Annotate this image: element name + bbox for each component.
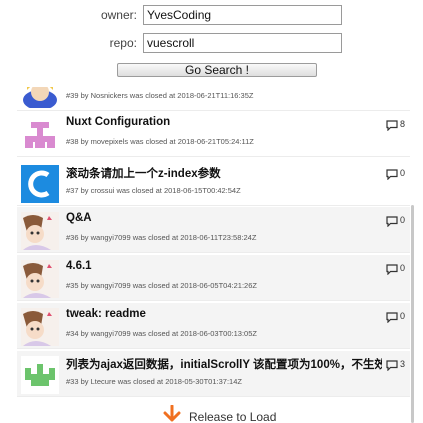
issue-meta: #33 by Ltecure was closed at 2018-05-30T… xyxy=(66,377,242,386)
avatar xyxy=(21,260,59,298)
pull-refresh-label: Release to Load xyxy=(189,410,277,423)
comment-count-value: 0 xyxy=(400,263,406,273)
comment-count-value: 0 xyxy=(400,311,406,321)
pull-refresh-indicator: Release to Load xyxy=(163,405,313,423)
owner-input[interactable] xyxy=(143,5,342,25)
comment-icon xyxy=(386,360,398,371)
comment-count: 8 xyxy=(386,119,410,133)
owner-row: owner: xyxy=(0,5,423,27)
comment-count: 0 xyxy=(386,215,410,229)
comment-icon xyxy=(386,216,398,227)
comment-count-value: 0 xyxy=(400,215,406,225)
comment-count: 0 xyxy=(386,311,410,325)
avatar xyxy=(21,116,59,154)
issue-meta: #36 by wangyi7099 was closed at 2018-06-… xyxy=(66,233,257,242)
comment-icon xyxy=(386,120,398,131)
scrollbar[interactable] xyxy=(411,205,414,423)
avatar xyxy=(21,356,59,394)
arrow-down-icon xyxy=(163,405,181,422)
go-search-button[interactable]: Go Search ! xyxy=(117,63,317,77)
owner-label: owner: xyxy=(100,8,137,22)
comment-count-value: 0 xyxy=(400,168,406,178)
issue-title[interactable]: Nuxt Configuration xyxy=(66,116,382,128)
issue-row[interactable]: Nuxt Configuration #38 by movepixels was… xyxy=(17,111,410,157)
issue-meta: #39 by Nosnickers was closed at 2018-06-… xyxy=(66,91,254,100)
avatar xyxy=(21,165,59,203)
comment-icon xyxy=(386,169,398,180)
comment-count: 0 xyxy=(386,263,410,277)
issue-title[interactable]: Q&A xyxy=(66,212,382,224)
issue-meta: #38 by movepixels was closed at 2018-06-… xyxy=(66,137,254,146)
issue-row[interactable]: 4.6.1 #35 by wangyi7099 was closed at 20… xyxy=(17,255,410,301)
comment-count: 0 xyxy=(386,168,410,182)
issue-title[interactable]: 列表为ajax返回数据，initialScrollY 该配置项为100%，不生效 xyxy=(66,356,382,372)
comment-count-value: 8 xyxy=(400,119,406,129)
comment-icon xyxy=(386,312,398,323)
avatar xyxy=(21,87,59,108)
avatar xyxy=(21,308,59,346)
issue-row[interactable]: 列表为ajax返回数据，initialScrollY 该配置项为100%，不生效… xyxy=(17,351,410,397)
issue-row[interactable]: #39 by Nosnickers was closed at 2018-06-… xyxy=(17,87,410,111)
issue-meta: #37 by crossui was closed at 2018-06-15T… xyxy=(66,186,241,195)
repo-input[interactable] xyxy=(143,33,342,53)
issue-title[interactable]: tweak: readme xyxy=(66,308,382,320)
issue-row[interactable]: tweak: readme #34 by wangyi7099 was clos… xyxy=(17,303,410,349)
avatar xyxy=(21,212,59,250)
issue-title[interactable]: 滚动条请加上一个z-index参数 xyxy=(66,165,382,181)
issue-row[interactable]: Q&A #36 by wangyi7099 was closed at 2018… xyxy=(17,207,410,253)
issue-meta: #34 by wangyi7099 was closed at 2018-06-… xyxy=(66,329,257,338)
comment-count-value: 3 xyxy=(400,359,406,369)
issue-list[interactable]: #39 by Nosnickers was closed at 2018-06-… xyxy=(17,87,415,423)
comment-icon xyxy=(386,264,398,275)
repo-row: repo: xyxy=(0,33,423,55)
issue-row[interactable]: 滚动条请加上一个z-index参数 #37 by crossui was clo… xyxy=(17,160,410,206)
repo-label: repo: xyxy=(109,36,137,50)
issue-meta: #35 by wangyi7099 was closed at 2018-06-… xyxy=(66,281,257,290)
issue-title[interactable]: 4.6.1 xyxy=(66,260,382,272)
comment-count: 3 xyxy=(386,359,410,373)
